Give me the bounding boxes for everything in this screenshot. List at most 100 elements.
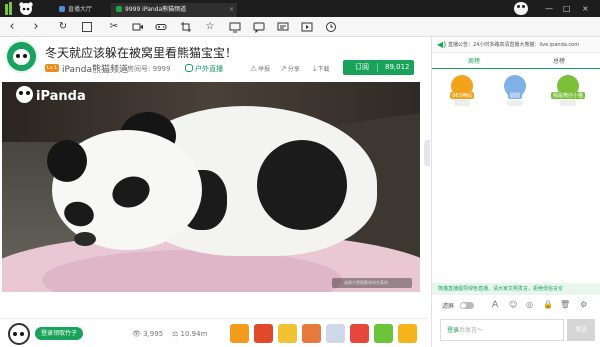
speaker-icon: ◀) [437, 40, 447, 49]
gamepad-icon[interactable] [155, 21, 167, 33]
share-icon: ↗ [280, 64, 287, 73]
weight-stat: ⚖ 10.94m [172, 330, 207, 338]
emoji-icon[interactable]: ☺ [509, 300, 517, 309]
rank-tag [454, 100, 470, 106]
channel-avatar[interactable] [5, 40, 38, 73]
gift-4[interactable] [302, 324, 321, 343]
screenshot-icon[interactable] [82, 22, 92, 32]
back-icon[interactable]: ‹ [6, 20, 18, 33]
ipanda-watermark: iPanda [16, 86, 86, 104]
report-label: 举报 [258, 66, 271, 73]
category-link[interactable]: 户外直播 [185, 64, 223, 74]
filter-toggle[interactable] [460, 302, 474, 309]
chat-input-hint: 后发言～ [459, 327, 484, 334]
video-record-icon[interactable] [132, 21, 144, 33]
chat-input[interactable]: 登录后发言～ [440, 319, 564, 341]
title-bar: 直播大厅 9999 iPanda熊猫频道 × — □ × [0, 0, 600, 17]
channel-name[interactable]: iPanda熊猫频道 [62, 62, 128, 75]
panda-logo [5, 2, 33, 15]
lock-icon[interactable]: 🔒 [543, 300, 553, 309]
color-icon[interactable]: ◎ [526, 300, 533, 309]
home-tab-icon [59, 6, 65, 12]
ranking-tabs: 周榜 总榜 [432, 55, 600, 69]
rank-item-2[interactable]: 圆圆 [495, 69, 535, 117]
download-button[interactable]: ⤓下载 [313, 64, 330, 74]
clock-icon[interactable] [325, 21, 337, 33]
gift-6[interactable] [350, 324, 369, 343]
send-button[interactable]: 发送 [567, 319, 595, 341]
settings-icon[interactable]: ⚙ [580, 300, 587, 309]
announcement-text: 直播公告：24小时多路高清直播大熊猫：live.ipanda.com [448, 42, 580, 48]
rank-item-3[interactable]: 我是熊仔小猫 [548, 69, 588, 117]
share-button[interactable]: ↗分享 [280, 64, 300, 73]
toolbar: ‹ › ↻ ✂ ☆ [0, 17, 600, 37]
filter-label: 滤屏 [442, 303, 455, 310]
maximize-button[interactable]: □ [563, 2, 571, 15]
gift-3[interactable] [278, 324, 297, 343]
crop-icon[interactable] [180, 21, 192, 33]
eye-icon: 👁 [132, 330, 144, 338]
collapse-panel-handle[interactable] [424, 140, 430, 166]
tab-label: 9999 iPanda熊猫频道 [125, 6, 187, 13]
rank-name: 我是熊仔小猫 [550, 92, 585, 99]
scale-icon: ⚖ [172, 330, 181, 338]
rank-name: 圆圆 [507, 92, 522, 99]
close-window-button[interactable]: × [582, 2, 589, 15]
announcement-bar: ◀) 直播公告：24小时多路高清直播大熊猫：live.ipanda.com [432, 37, 600, 53]
play-box-icon[interactable] [301, 21, 313, 33]
report-icon: ⚠ [250, 64, 258, 73]
download-label: 下载 [317, 66, 330, 73]
minimize-button[interactable]: — [545, 2, 553, 15]
tv-icon[interactable] [277, 21, 289, 33]
rank-tag [560, 100, 576, 106]
panda-mascot-avatar [8, 323, 30, 345]
cut-icon[interactable]: ✂ [108, 21, 120, 33]
gift-5[interactable] [326, 324, 345, 343]
gift-1[interactable] [230, 324, 249, 343]
panda-watermark-icon [16, 86, 33, 103]
viewer-count: 👁 3,995 [132, 330, 163, 338]
report-button[interactable]: ⚠举报 [250, 64, 270, 73]
gift-8[interactable] [398, 324, 417, 343]
app-window: 直播大厅 9999 iPanda熊猫频道 × — □ × ‹ › ↻ ✂ ☆ 冬… [0, 0, 600, 347]
subscribe-button[interactable]: 订阅 89,012 [343, 60, 414, 75]
star-icon[interactable]: ☆ [204, 21, 216, 33]
share-label: 分享 [287, 66, 300, 73]
close-tab-icon[interactable]: × [229, 3, 234, 17]
subscribe-label: 订阅 [355, 63, 369, 71]
video-player[interactable]: iPanda 成都大熊猫繁育研究基地 [2, 82, 420, 292]
tab-label: 直播大厅 [68, 6, 93, 13]
panda-ear [47, 140, 87, 182]
civility-notice: 熊猫直播倡导绿色直播，请大家文明发言，拒绝低俗言论 [432, 283, 600, 295]
weight-value: 10.94m [180, 330, 208, 338]
trash-icon[interactable]: 🗑 [560, 300, 570, 309]
monitor-icon[interactable] [229, 21, 241, 33]
rank-tag [507, 100, 523, 106]
rank-name: 863神仙 [450, 92, 474, 99]
forward-icon[interactable]: › [30, 20, 42, 33]
chat-bubble-icon[interactable] [253, 21, 265, 33]
watermark-text: iPanda [36, 89, 86, 104]
right-panel: ◀) 直播公告：24小时多路高清直播大熊猫：live.ipanda.com 周榜… [431, 37, 600, 347]
gift-2[interactable] [254, 324, 273, 343]
login-link[interactable]: 登录 [447, 327, 459, 334]
rank-item-1[interactable]: 863神仙 [442, 69, 482, 117]
claim-bamboo-button[interactable]: 登录领取竹子 [35, 327, 83, 340]
panda-tab-icon [116, 6, 122, 12]
user-avatar[interactable] [514, 2, 528, 15]
tab-weekly[interactable]: 周榜 [432, 55, 516, 69]
gift-7[interactable] [374, 324, 393, 343]
viewer-count-value: 3,995 [143, 330, 164, 338]
panda-nose [74, 232, 96, 246]
chat-controls: 滤屏 A ☺ ◎ 🔒 🗑 ⚙ [432, 299, 600, 311]
subscribe-divider [377, 63, 378, 72]
font-icon[interactable]: A [492, 300, 498, 310]
refresh-icon[interactable]: ↻ [57, 21, 69, 33]
panda-leg [257, 140, 347, 230]
tab-ipanda[interactable]: 9999 iPanda熊猫频道 × [111, 3, 237, 17]
tab-total[interactable]: 总榜 [517, 55, 600, 69]
room-number: 房间号: 9999 [127, 65, 171, 73]
download-icon: ⤓ [313, 64, 317, 73]
tab-live-hall[interactable]: 直播大厅 [54, 3, 108, 17]
subscribe-count: 89,012 [385, 63, 410, 71]
